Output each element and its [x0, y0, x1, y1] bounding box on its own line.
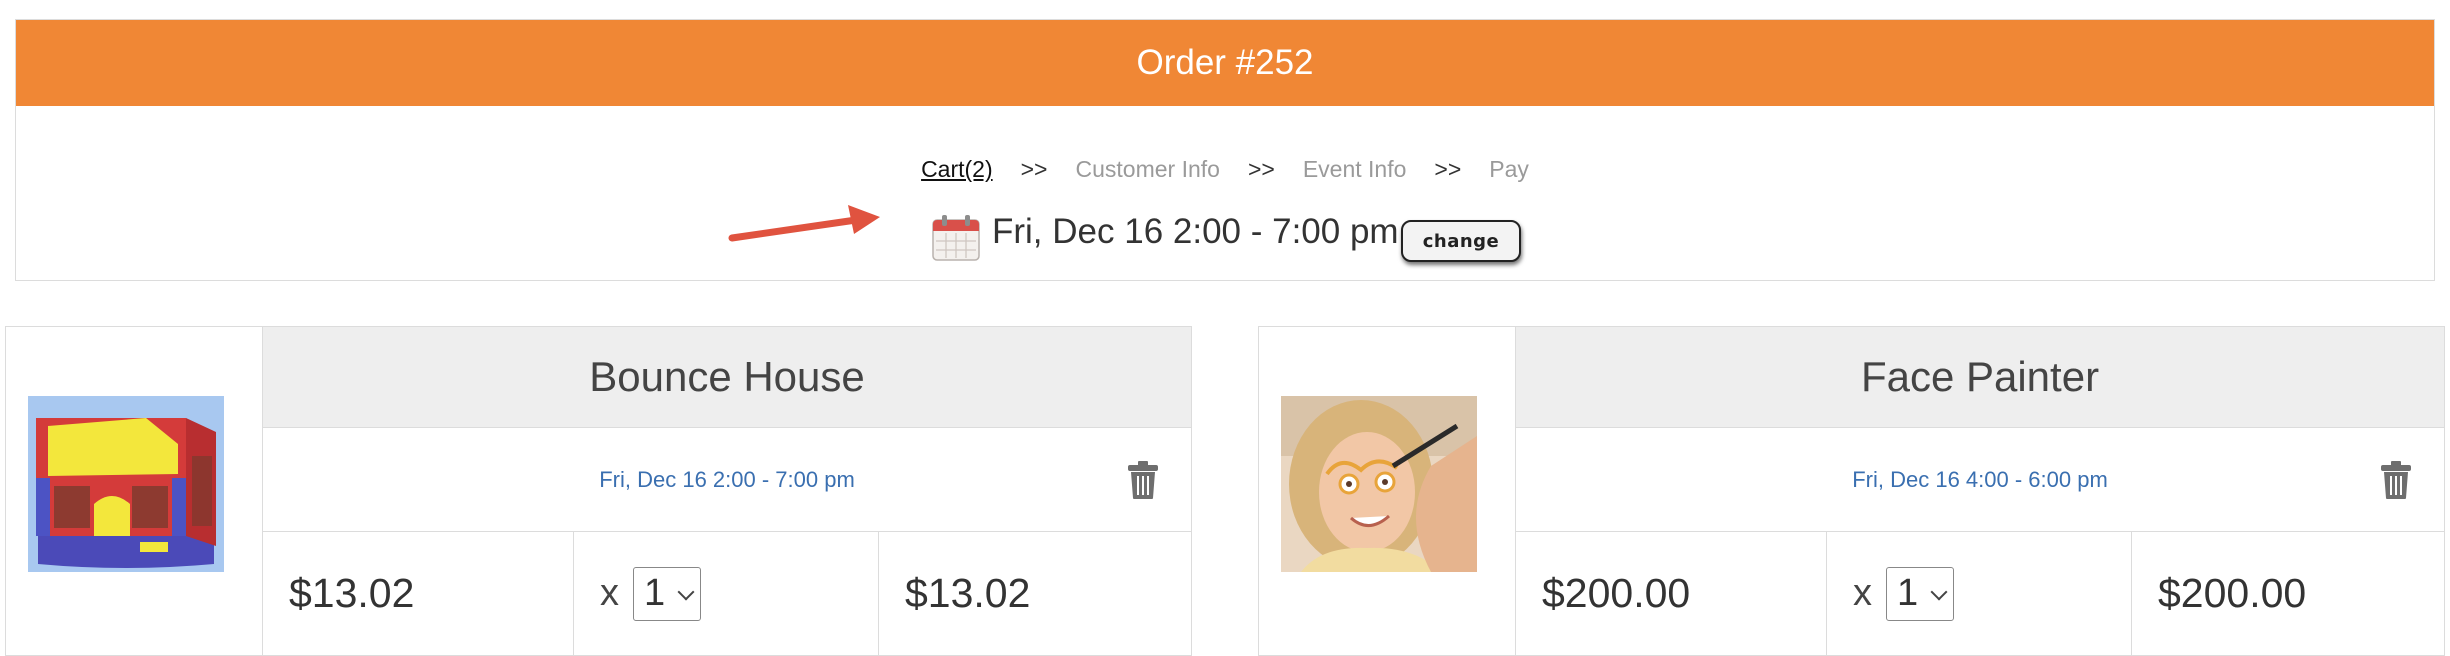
breadcrumb-separator: >>: [1247, 156, 1275, 182]
quantity-select[interactable]: 1: [1886, 566, 1954, 621]
breadcrumb-cart[interactable]: Cart(2): [921, 156, 993, 183]
breadcrumb: Cart(2) >> Customer Info >> Event Info >…: [16, 156, 2434, 183]
change-date-button[interactable]: CHANGE: [1401, 220, 1521, 262]
item-title: Face Painter: [1516, 327, 2444, 428]
breadcrumb-pay: Pay: [1489, 156, 1529, 182]
item-price-row: $200.00 x 1 $200.00: [1516, 532, 2444, 655]
item-quantity-cell: x 1: [1827, 532, 2132, 655]
item-total-price: $13.02: [905, 570, 1031, 616]
face-painter-image: [1281, 396, 1477, 572]
chevron-down-icon: [677, 583, 695, 600]
cart-item-face-painter: Face Painter Fri, Dec 16 4:00 - 6:00 pm …: [1258, 326, 2445, 656]
cart-item-bounce-house: Bounce House Fri, Dec 16 2:00 - 7:00 pm …: [5, 326, 1192, 656]
item-image-cell: [1259, 327, 1516, 655]
quantity-value: 1: [1897, 572, 1919, 614]
item-total-price: $200.00: [2158, 570, 2307, 616]
order-title: Order #252: [1136, 43, 1314, 82]
quantity-multiplier: x: [600, 572, 619, 614]
item-price-row: $13.02 x 1 $13.02: [263, 532, 1191, 655]
bounce-house-image: [28, 396, 224, 572]
item-date-link[interactable]: Fri, Dec 16 2:00 - 7:00 pm: [263, 428, 1191, 531]
order-date-row: Fri, Dec 16 2:00 - 7:00 pm CHANGE: [16, 206, 2434, 270]
item-title: Bounce House: [263, 327, 1191, 428]
breadcrumb-event-info: Event Info: [1302, 156, 1407, 182]
item-image-cell: [6, 327, 263, 655]
breadcrumb-separator: >>: [1434, 156, 1462, 182]
trash-icon[interactable]: [1127, 460, 1159, 500]
order-header: Order #252: [16, 20, 2434, 106]
item-unit-price: $200.00: [1516, 532, 1827, 655]
chevron-down-icon: [1930, 583, 1948, 600]
order-date: Fri, Dec 16 2:00 - 7:00 pm: [992, 212, 1399, 251]
breadcrumb-customer-info: Customer Info: [1075, 156, 1220, 182]
item-date-row: Fri, Dec 16 2:00 - 7:00 pm: [263, 428, 1191, 532]
breadcrumb-separator: >>: [1020, 156, 1048, 182]
order-summary-box: Order #252 Cart(2) >> Customer Info >> E…: [15, 19, 2435, 281]
item-date-row: Fri, Dec 16 4:00 - 6:00 pm: [1516, 428, 2444, 532]
item-date-link[interactable]: Fri, Dec 16 4:00 - 6:00 pm: [1516, 428, 2444, 531]
calendar-icon: [932, 215, 980, 261]
quantity-value: 1: [644, 572, 666, 614]
quantity-select[interactable]: 1: [633, 566, 701, 621]
quantity-multiplier: x: [1853, 572, 1872, 614]
annotation-arrow-icon: [728, 205, 880, 242]
item-quantity-cell: x 1: [574, 532, 879, 655]
trash-icon[interactable]: [2380, 460, 2412, 500]
item-unit-price: $13.02: [263, 532, 574, 655]
